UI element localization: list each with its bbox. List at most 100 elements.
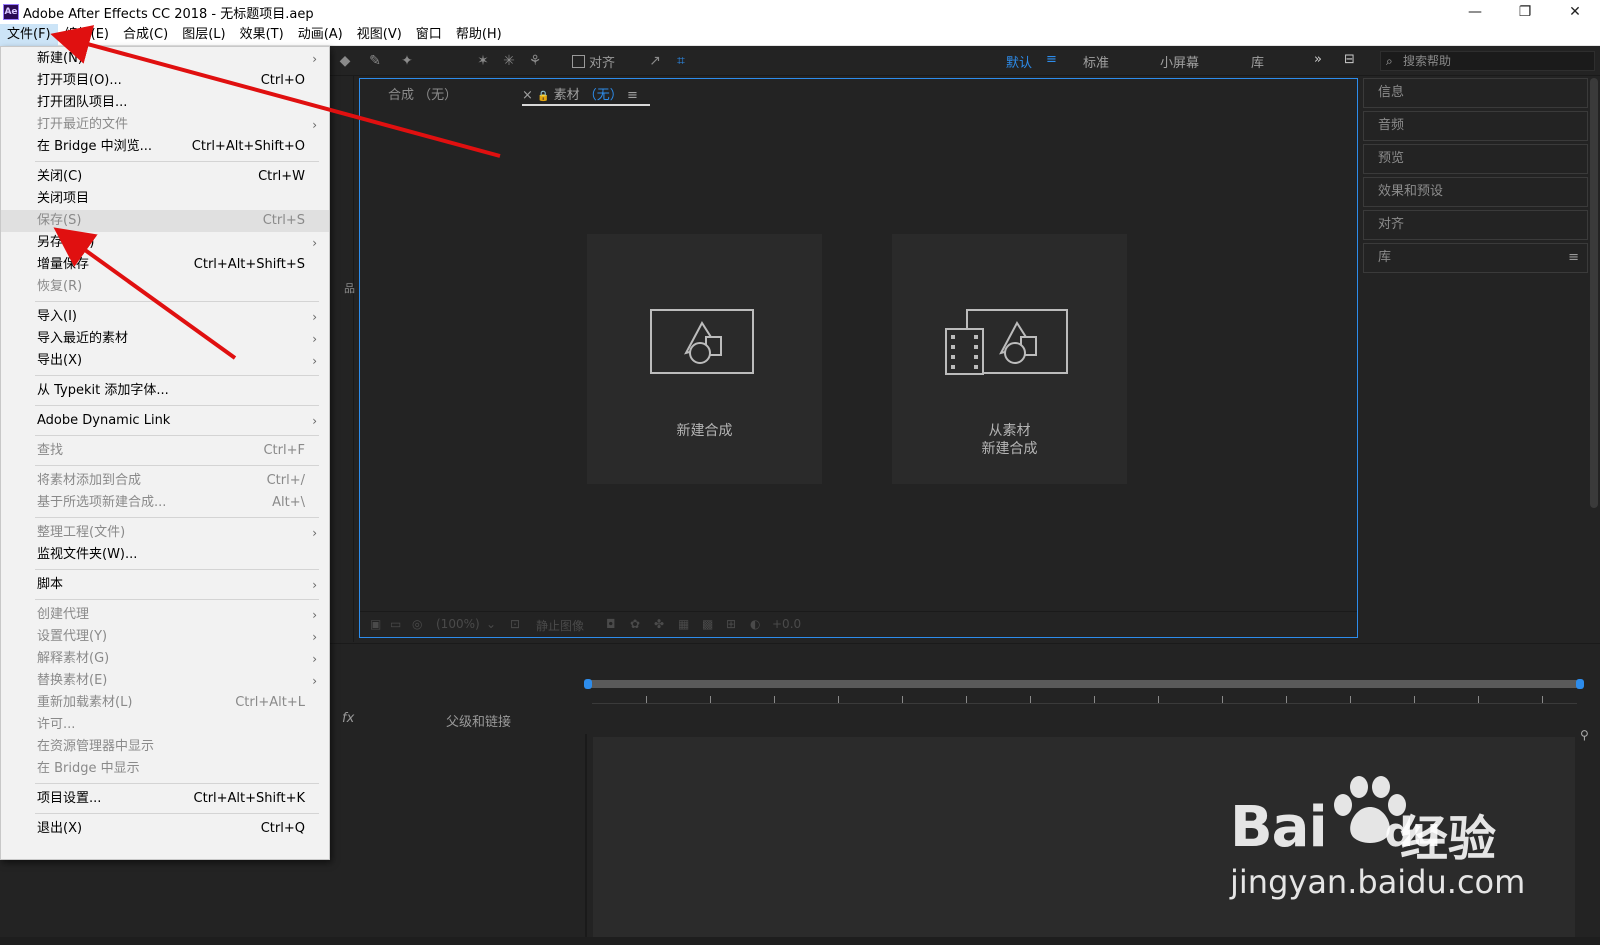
safe-margins-icon[interactable]: ⊞: [726, 617, 736, 631]
right-panel-4[interactable]: 对齐: [1363, 210, 1588, 240]
right-panel-1[interactable]: 音频: [1363, 111, 1588, 141]
work-area-end-handle[interactable]: [1576, 679, 1584, 689]
right-panel-3[interactable]: 效果和预设: [1363, 177, 1588, 207]
new-comp-from-footage-card[interactable]: 从素材 新建合成: [892, 234, 1127, 484]
panel-menu-icon[interactable]: ≡: [1568, 244, 1579, 272]
file-menu-item[interactable]: 解释素材(G) ›: [1, 648, 329, 670]
file-menu-item[interactable]: 增量保存 Ctrl+Alt+Shift+S: [1, 254, 329, 276]
hierarchy-icon[interactable]: 品: [344, 280, 355, 295]
right-panel-scrollbar[interactable]: [1590, 78, 1598, 508]
camera-icon[interactable]: ◘: [606, 617, 616, 631]
search-help-input[interactable]: ⌕ 搜索帮助: [1380, 51, 1595, 71]
exposure-value[interactable]: +0.0: [772, 617, 801, 631]
menu-item-0[interactable]: 文件(F): [0, 23, 58, 46]
snap-checkbox[interactable]: [572, 55, 585, 68]
workspace-libraries[interactable]: 库: [1251, 52, 1264, 71]
workspace-switcher-icon[interactable]: ⊟: [1344, 52, 1355, 67]
file-menu-item[interactable]: 导出(X) ›: [1, 350, 329, 372]
channels-icon[interactable]: ✤: [654, 617, 664, 631]
file-menu-item[interactable]: 整理工程(文件) ›: [1, 522, 329, 544]
work-area-start-handle[interactable]: [584, 679, 592, 689]
puppet-starch-icon[interactable]: ⚘: [526, 52, 544, 70]
file-menu-item[interactable]: 将素材添加到合成 Ctrl+/: [1, 470, 329, 492]
mask-icon[interactable]: ◎: [412, 617, 422, 631]
file-menu-item[interactable]: 从 Typekit 添加字体...: [1, 380, 329, 402]
transparency-grid-icon[interactable]: ▩: [702, 617, 713, 631]
file-menu-item[interactable]: 退出(X) Ctrl+Q: [1, 818, 329, 840]
work-area-bar[interactable]: [584, 679, 1584, 689]
chevron-down-icon[interactable]: ⌄: [486, 617, 496, 631]
menu-item-4[interactable]: 效果(T): [233, 24, 291, 46]
file-menu-item[interactable]: Adobe Dynamic Link ›: [1, 410, 329, 432]
snap-edge-icon[interactable]: ↗: [646, 52, 664, 70]
workspace-default[interactable]: 默认: [1006, 52, 1032, 71]
region-icon[interactable]: ▦: [678, 617, 689, 631]
viewer-tabs: 合成 （无） × 🔒 素材 （无） ≡: [360, 79, 1357, 107]
file-menu-item[interactable]: 查找 Ctrl+F: [1, 440, 329, 462]
file-menu-item[interactable]: 基于所选项新建合成... Alt+\: [1, 492, 329, 514]
file-menu-item[interactable]: 关闭项目: [1, 188, 329, 210]
close-tab-icon[interactable]: ×: [522, 88, 533, 103]
workspace-small-screen[interactable]: 小屏幕: [1160, 52, 1199, 71]
menu-item-2[interactable]: 合成(C): [116, 24, 175, 46]
always-preview-icon[interactable]: ▣: [370, 617, 381, 631]
menu-item-7[interactable]: 窗口: [409, 24, 449, 46]
file-menu-item[interactable]: 创建代理 ›: [1, 604, 329, 626]
puppet-tool-icon[interactable]: ✶: [474, 52, 492, 70]
snap-toggle[interactable]: 对齐: [572, 52, 615, 71]
workspace-menu-icon[interactable]: ≡: [1046, 52, 1057, 67]
right-panel-0[interactable]: 信息: [1363, 78, 1588, 108]
zoom-dropdown[interactable]: (100%): [436, 617, 480, 631]
menu-item-5[interactable]: 动画(A): [291, 24, 350, 46]
file-menu-item[interactable]: 打开最近的文件 ›: [1, 114, 329, 136]
file-menu-item[interactable]: 打开团队项目...: [1, 92, 329, 114]
file-menu-item[interactable]: 在 Bridge 中显示: [1, 758, 329, 780]
right-panel-5[interactable]: 库 ≡: [1363, 243, 1588, 273]
file-menu-item[interactable]: 关闭(C) Ctrl+W: [1, 166, 329, 188]
tab-footage[interactable]: × 🔒 素材 （无） ≡: [522, 84, 638, 103]
exposure-icon[interactable]: ◐: [750, 617, 760, 631]
close-window-button[interactable]: ✕: [1550, 0, 1600, 24]
timeline-divider[interactable]: [585, 734, 587, 945]
file-menu-item[interactable]: 项目设置... Ctrl+Alt+Shift+K: [1, 788, 329, 810]
minimize-button[interactable]: —: [1450, 0, 1500, 24]
puppet-pin-icon[interactable]: ✦: [398, 52, 416, 70]
tab-menu-icon[interactable]: ≡: [627, 88, 638, 103]
monitor-icon[interactable]: ▭: [390, 617, 401, 631]
workspace-more-icon[interactable]: »: [1314, 52, 1322, 67]
tab-composition[interactable]: 合成 （无）: [388, 84, 457, 103]
lock-icon[interactable]: 🔒: [537, 91, 549, 102]
color-picker-icon[interactable]: ✿: [630, 617, 640, 631]
puppet-overlap-icon[interactable]: ✳: [500, 52, 518, 70]
file-menu-item[interactable]: 新建(N) ›: [1, 48, 329, 70]
file-menu-item[interactable]: 重新加载素材(L) Ctrl+Alt+L: [1, 692, 329, 714]
menu-item-6[interactable]: 视图(V): [350, 24, 409, 46]
file-menu-item[interactable]: 替换素材(E) ›: [1, 670, 329, 692]
time-ruler[interactable]: [592, 696, 1577, 704]
file-menu-item[interactable]: 脚本 ›: [1, 574, 329, 596]
restore-button[interactable]: ❐: [1500, 0, 1550, 24]
right-panel-2[interactable]: 预览: [1363, 144, 1588, 174]
snap-features-icon[interactable]: ⌗: [672, 52, 690, 70]
pen-tool-icon[interactable]: ◆: [336, 52, 354, 70]
workspace-standard[interactable]: 标准: [1083, 52, 1109, 71]
file-menu-item[interactable]: 另存为(S) ›: [1, 232, 329, 254]
file-menu-item[interactable]: 在 Bridge 中浏览... Ctrl+Alt+Shift+O: [1, 136, 329, 158]
file-menu-item[interactable]: 监视文件夹(W)...: [1, 544, 329, 566]
file-menu-item[interactable]: 导入最近的素材 ›: [1, 328, 329, 350]
timeline-nav-icon[interactable]: ⚲: [1580, 728, 1589, 742]
file-menu-item[interactable]: 在资源管理器中显示: [1, 736, 329, 758]
file-menu-item[interactable]: 打开项目(O)... Ctrl+O: [1, 70, 329, 92]
menu-item-1[interactable]: 编辑(E): [58, 24, 116, 46]
file-menu-item[interactable]: 设置代理(Y) ›: [1, 626, 329, 648]
file-menu-item[interactable]: 保存(S) Ctrl+S: [1, 210, 329, 232]
new-composition-card[interactable]: 新建合成: [587, 234, 822, 484]
menu-item-8[interactable]: 帮助(H): [449, 24, 509, 46]
fit-icon[interactable]: ⊡: [510, 617, 520, 631]
menu-item-3[interactable]: 图层(L): [175, 24, 232, 46]
brush-tool-icon[interactable]: ✎: [366, 52, 384, 70]
file-menu-item[interactable]: 许可...: [1, 714, 329, 736]
file-menu-item[interactable]: 恢复(R): [1, 276, 329, 298]
still-image-label[interactable]: 静止图像: [536, 617, 584, 634]
file-menu-item[interactable]: 导入(I) ›: [1, 306, 329, 328]
